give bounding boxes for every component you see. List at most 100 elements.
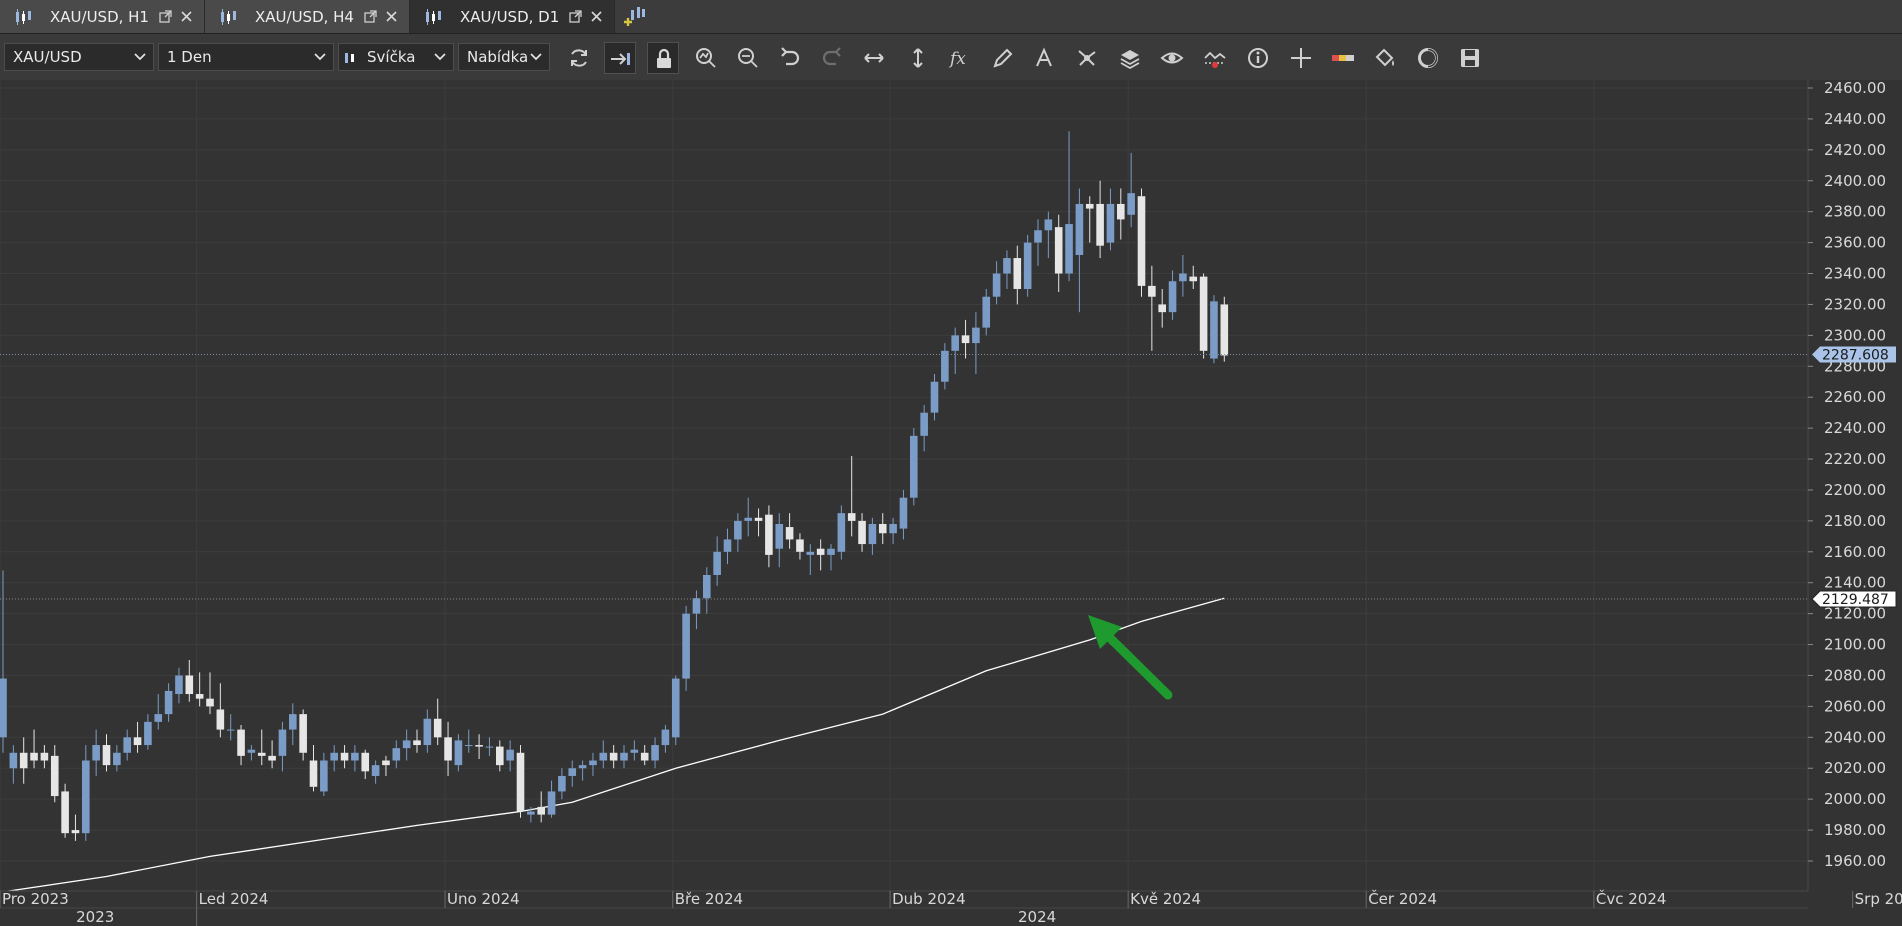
y-tick-label: 2320.00: [1824, 295, 1886, 313]
pattern-button[interactable]: [1071, 42, 1103, 74]
candle-body: [102, 745, 111, 766]
close-icon[interactable]: [589, 9, 604, 24]
candle-body: [992, 273, 1001, 297]
candlestick-icon: [221, 9, 236, 25]
popout-icon[interactable]: [159, 10, 172, 23]
instrument-select[interactable]: XAU/USD: [4, 43, 154, 71]
close-icon[interactable]: [179, 9, 194, 24]
candle-body: [671, 678, 680, 738]
color-bar-icon: [1332, 55, 1354, 61]
price-side-select[interactable]: Nabídka: [458, 43, 550, 71]
price-chart[interactable]: 1960.00 1980.00 2000.00 2020.00 2040.00 2060.…: [0, 80, 1902, 926]
candle-body: [1044, 219, 1053, 231]
autoshift-button[interactable]: [604, 42, 636, 74]
current-price-label: 2287.608: [1822, 348, 1889, 364]
month-label: Čvc 2024: [1596, 889, 1667, 908]
new-chart-tab-icon[interactable]: [622, 4, 646, 28]
y-tick-label: 2420.00: [1824, 141, 1886, 159]
pattern-icon: [1078, 50, 1096, 66]
vertical-scale-button[interactable]: [902, 42, 934, 74]
candle-body: [920, 412, 928, 436]
candle-body: [1023, 242, 1032, 289]
period-select[interactable]: 1 Den: [158, 43, 334, 71]
candle-body: [775, 523, 784, 549]
candle-body: [61, 791, 69, 834]
y-tick-label: 2100.00: [1824, 636, 1886, 654]
signal-button[interactable]: [1199, 42, 1231, 74]
save-button[interactable]: [1454, 42, 1486, 74]
crosshair-button[interactable]: [1285, 42, 1317, 74]
info-button[interactable]: [1242, 42, 1274, 74]
popout-icon[interactable]: [364, 10, 377, 23]
y-tick-label: 2400.00: [1824, 172, 1886, 190]
undo-button[interactable]: [774, 42, 806, 74]
tab-xau-h4[interactable]: XAU/USD, H4: [205, 0, 410, 33]
y-tick-label: 2460.00: [1824, 80, 1886, 97]
candle-body: [50, 755, 59, 797]
tab-bar: XAU/USD, H1 XAU/USD, H4 XAU/USD, D1: [0, 0, 1902, 34]
y-tick-label: 2300.00: [1824, 326, 1886, 344]
candle-body: [1148, 285, 1156, 297]
candle-body: [113, 752, 121, 766]
popout-icon[interactable]: [569, 10, 582, 23]
y-tick-label: 2220.00: [1824, 450, 1886, 468]
candle-body: [0, 678, 7, 738]
color-bar-button[interactable]: [1327, 42, 1359, 74]
candle-body: [589, 760, 597, 766]
y-tick-label: 2180.00: [1824, 512, 1886, 530]
layers-button[interactable]: [1114, 42, 1146, 74]
refresh-button[interactable]: [563, 42, 595, 74]
info-icon: [1248, 48, 1268, 68]
zoom-in-button[interactable]: [690, 42, 722, 74]
candle-body: [837, 513, 846, 552]
close-icon[interactable]: [384, 9, 399, 24]
theme-button[interactable]: [1412, 42, 1444, 74]
tab-label: XAU/USD, H4: [255, 8, 354, 26]
candle-body: [268, 755, 276, 761]
candle-body: [972, 327, 980, 344]
redo-button[interactable]: [816, 42, 848, 74]
y-tick-label: 2200.00: [1824, 481, 1886, 499]
save-icon: [1461, 49, 1479, 67]
tab-xau-h1[interactable]: XAU/USD, H1: [0, 0, 205, 33]
draw-pencil-button[interactable]: [987, 42, 1019, 74]
text-tool-button[interactable]: [1029, 42, 1061, 74]
chevron-down-icon: [314, 53, 326, 61]
ma-price-label: 2129.487: [1822, 592, 1889, 608]
paint-bucket-icon: [1375, 48, 1394, 67]
candle: [671, 675, 680, 746]
y-tick-label: 2160.00: [1824, 543, 1886, 561]
candle-body: [164, 690, 173, 715]
candlestick-icon: [345, 53, 354, 63]
indicator-fx-button[interactable]: fx: [944, 42, 976, 74]
layers-icon: [1120, 50, 1140, 70]
candle-body: [413, 740, 421, 746]
lock-button[interactable]: [647, 42, 679, 74]
year-label: 2023: [76, 908, 114, 926]
candle-body: [578, 765, 587, 769]
candle-body: [1013, 258, 1022, 289]
visibility-button[interactable]: [1156, 42, 1188, 74]
candle-body: [744, 517, 752, 521]
refresh-icon: [571, 49, 587, 67]
candle: [516, 745, 525, 818]
chart-type-select[interactable]: Svíčka: [338, 43, 454, 71]
candle-body: [454, 740, 463, 766]
candle-body: [723, 539, 732, 552]
candle-body: [930, 381, 939, 413]
paint-bucket-button[interactable]: [1369, 42, 1401, 74]
y-tick-label: 1960.00: [1824, 852, 1886, 870]
candle-body: [1106, 203, 1115, 243]
time-axis[interactable]: Pro 2023 Led 2024 Uno 2024 Bře 2024 Dub 2024…: [0, 889, 1902, 926]
zoom-out-button[interactable]: [732, 42, 764, 74]
candle-body: [226, 729, 235, 731]
candle-body: [247, 749, 256, 753]
candle-body: [185, 675, 194, 695]
tab-xau-d1[interactable]: XAU/USD, D1: [410, 0, 615, 33]
candle-body: [754, 517, 763, 521]
candle-body: [858, 520, 866, 545]
month-label: Dub 2024: [892, 890, 966, 908]
horizontal-scale-button[interactable]: [858, 42, 890, 74]
tab-label: XAU/USD, D1: [460, 8, 560, 26]
candle-body: [309, 760, 318, 787]
